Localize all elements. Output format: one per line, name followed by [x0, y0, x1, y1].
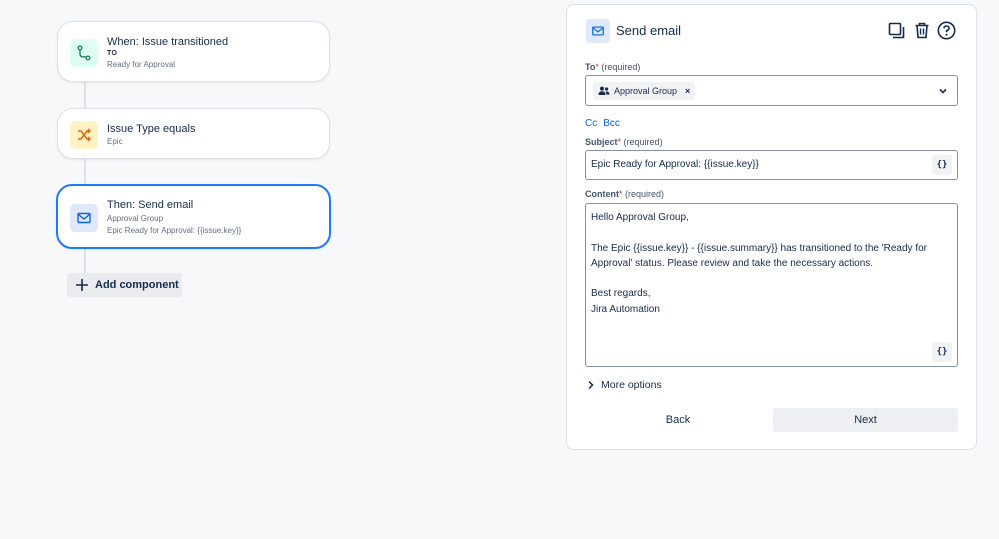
more-options-toggle[interactable]: More options — [587, 379, 662, 391]
trigger-to-label: TO — [107, 50, 118, 57]
mail-icon — [70, 204, 98, 232]
connector-line — [84, 82, 86, 108]
bcc-link[interactable]: Bcc — [603, 118, 620, 129]
trigger-title: When: Issue transitioned — [107, 36, 229, 48]
action-subject: Epic Ready for Approval: {{issue.key}} — [107, 226, 242, 235]
content-line: The Epic {{issue.key}} - {{issue.summary… — [591, 242, 927, 254]
cc-link[interactable]: Cc — [585, 118, 597, 129]
next-button[interactable]: Next — [773, 408, 958, 432]
send-email-panel: Send email To* (required) Approval Group… — [566, 4, 977, 450]
help-icon[interactable] — [937, 20, 956, 40]
chevron-down-icon[interactable] — [937, 85, 949, 97]
people-icon — [598, 86, 610, 95]
chip-remove-button[interactable]: × — [685, 86, 690, 96]
more-options-label: More options — [601, 379, 662, 391]
cc-bcc-links: Cc Bcc — [585, 118, 620, 129]
content-textarea[interactable]: Hello Approval Group, The Epic {{issue.k… — [585, 203, 958, 367]
content-body: Hello Approval Group, The Epic {{issue.k… — [591, 210, 951, 317]
add-component-button[interactable]: Add component — [67, 273, 182, 297]
back-button[interactable]: Back — [585, 408, 771, 432]
content-line: Best regards, — [591, 288, 651, 300]
action-recipient: Approval Group — [107, 214, 164, 223]
panel-actions — [887, 20, 956, 40]
subject-label: Subject* (required) — [585, 137, 663, 147]
mail-icon — [586, 19, 610, 43]
condition-title: Issue Type equals — [107, 123, 196, 135]
subject-smart-value-button[interactable]: {} — [932, 155, 952, 175]
add-component-label: Add component — [95, 279, 179, 291]
trigger-card[interactable]: When: Issue transitioned TO Ready for Ap… — [57, 21, 330, 82]
action-title: Then: Send email — [107, 199, 194, 211]
content-label: Content* (required) — [585, 189, 665, 199]
plus-icon — [76, 279, 88, 291]
action-card[interactable]: Then: Send email Approval Group Epic Rea… — [56, 184, 331, 249]
content-line: Hello Approval Group, — [591, 212, 689, 223]
to-select[interactable]: Approval Group × — [585, 75, 958, 106]
content-line: Jira Automation — [591, 303, 660, 315]
subject-value: Epic Ready for Approval: {{issue.key}} — [591, 159, 759, 170]
trigger-status: Ready for Approval — [107, 60, 176, 69]
content-smart-value-button[interactable]: {} — [932, 342, 952, 362]
condition-value: Epic — [107, 137, 123, 146]
panel-title: Send email — [616, 23, 682, 38]
content-line: Approval' status. Please review and take… — [591, 257, 874, 269]
to-label: To* (required) — [585, 62, 641, 72]
recipient-chip: Approval Group × — [593, 82, 696, 100]
copy-icon[interactable] — [887, 20, 906, 40]
branch-icon — [70, 39, 98, 67]
connector-line — [84, 159, 86, 184]
condition-card[interactable]: Issue Type equals Epic — [57, 108, 330, 159]
subject-input[interactable]: Epic Ready for Approval: {{issue.key}} {… — [585, 150, 958, 180]
recipient-chip-label: Approval Group — [614, 86, 678, 96]
chevron-right-icon — [588, 380, 594, 390]
trash-icon[interactable] — [912, 20, 931, 40]
shuffle-icon — [70, 121, 98, 149]
connector-line — [84, 249, 86, 273]
